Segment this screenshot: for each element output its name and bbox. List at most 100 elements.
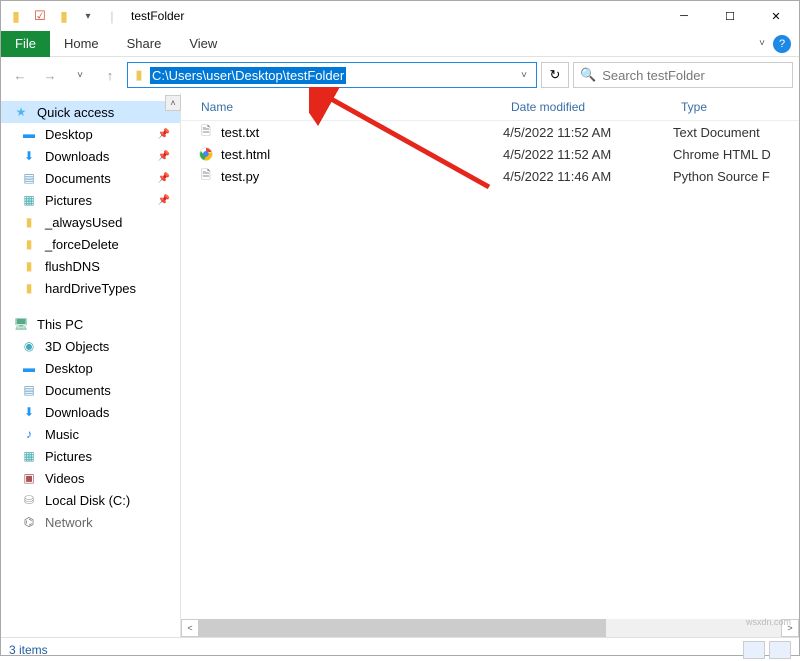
sidebar-scroll-up[interactable]: ˄ [165, 95, 181, 111]
column-name[interactable]: Name [201, 100, 511, 114]
quick-access-label: Quick access [37, 105, 114, 120]
file-type: Text Document [673, 125, 799, 140]
qat-properties[interactable]: ☑ [29, 5, 51, 27]
folder-icon: ▮ [21, 258, 37, 274]
sidebar-item-label: Pictures [45, 193, 92, 208]
sidebar-item-label: Documents [45, 171, 111, 186]
sidebar-item-documents[interactable]: ▤ Documents 📌 [1, 167, 180, 189]
status-bar: 3 items [1, 637, 799, 661]
sidebar-item-pc-desktop[interactable]: ▬Desktop [1, 357, 180, 379]
file-row[interactable]: test.html 4/5/2022 11:52 AM Chrome HTML … [197, 143, 799, 165]
sidebar-item-label: Downloads [45, 405, 109, 420]
sidebar-item-network[interactable]: ⌬Network [1, 511, 180, 533]
search-input[interactable]: 🔍 Search testFolder [573, 62, 793, 88]
scroll-track[interactable] [199, 619, 781, 637]
pictures-icon: ▦ [21, 192, 37, 208]
horizontal-scrollbar[interactable]: ˂ ˃ [181, 619, 799, 637]
sidebar-item-3d-objects[interactable]: ◉ 3D Objects [1, 335, 180, 357]
sidebar-item-label: Documents [45, 383, 111, 398]
sidebar-item-label: Music [45, 427, 79, 442]
sidebar-item-harddrivetypes[interactable]: ▮ hardDriveTypes [1, 277, 180, 299]
up-button[interactable]: ↑ [97, 62, 123, 88]
column-date[interactable]: Date modified [511, 100, 681, 114]
chrome-icon [197, 145, 215, 163]
history-dropdown[interactable]: ˅ [67, 62, 93, 88]
star-icon: ★ [13, 104, 29, 120]
column-headers: Name Date modified Type [181, 93, 799, 121]
documents-icon: ▤ [21, 382, 37, 398]
sidebar-item-forcedelete[interactable]: ▮_forceDelete [1, 233, 180, 255]
file-name: test.html [221, 147, 270, 162]
sidebar-item-quick-access[interactable]: ★ Quick access [1, 101, 180, 123]
sidebar-item-label: flushDNS [45, 259, 100, 274]
file-date: 4/5/2022 11:52 AM [503, 147, 673, 162]
address-input[interactable]: C:\Users\user\Desktop\testFolder [150, 67, 346, 84]
watermark: wsxdn.com [746, 617, 791, 627]
sidebar-item-flushdns[interactable]: ▮ flushDNS [1, 255, 180, 277]
search-icon: 🔍 [580, 67, 596, 83]
tab-view[interactable]: View [175, 32, 231, 55]
sidebar-item-local-disk[interactable]: ⛁Local Disk (C:) [1, 489, 180, 511]
file-date: 4/5/2022 11:52 AM [503, 125, 673, 140]
sidebar-item-label: Downloads [45, 149, 109, 164]
folder-icon: ▮ [21, 280, 37, 296]
file-row[interactable]: 🗎test.txt 4/5/2022 11:52 AM Text Documen… [197, 121, 799, 143]
sidebar-item-pc-documents[interactable]: ▤ Documents [1, 379, 180, 401]
forward-button[interactable]: → [37, 62, 63, 88]
sidebar-item-label: _alwaysUsed [45, 215, 122, 230]
sidebar-item-pc-pictures[interactable]: ▦ Pictures [1, 445, 180, 467]
address-folder-icon: ▮ [128, 67, 150, 83]
address-bar[interactable]: ▮ C:\Users\user\Desktop\testFolder ˅ [127, 62, 537, 88]
close-button[interactable]: ✕ [753, 1, 799, 31]
tab-home[interactable]: Home [50, 32, 113, 55]
address-dropdown-icon[interactable]: ˅ [512, 70, 536, 81]
ribbon-collapse-icon[interactable]: ˅ [759, 38, 765, 49]
back-button[interactable]: ← [7, 62, 33, 88]
desktop-icon: ▬ [21, 126, 37, 142]
sidebar-item-this-pc[interactable]: 🖥This PC [1, 313, 180, 335]
title-sep: | [101, 5, 123, 27]
sidebar-item-music[interactable]: ♪Music [1, 423, 180, 445]
sidebar-item-alwaysused[interactable]: ▮_alwaysUsed [1, 211, 180, 233]
tab-file[interactable]: File [1, 31, 50, 57]
network-icon: ⌬ [21, 514, 37, 530]
pin-icon: 📌 [158, 129, 176, 140]
sidebar-item-pc-downloads[interactable]: ⬇ Downloads [1, 401, 180, 423]
explorer-body: ★ Quick access ▬Desktop📌 ⬇Downloads📌 ▤Do… [1, 93, 799, 637]
pc-icon: 🖥 [13, 316, 29, 332]
sidebar-item-desktop[interactable]: ▬ Desktop 📌 [1, 123, 180, 145]
ribbon: File Home Share View ˅ ? [1, 31, 799, 57]
sidebar-item-pictures[interactable]: ▦ Pictures 📌 [1, 189, 180, 211]
column-type[interactable]: Type [681, 100, 799, 114]
search-placeholder: Search testFolder [602, 68, 705, 83]
desktop-icon: ▬ [21, 360, 37, 376]
pin-icon: 📌 [158, 151, 176, 162]
scroll-left-button[interactable]: ˂ [181, 619, 199, 637]
documents-icon: ▤ [21, 170, 37, 186]
refresh-button[interactable]: ↻ [541, 62, 569, 88]
txt-file-icon: 🗎 [197, 123, 215, 141]
file-row[interactable]: 🗎test.py 4/5/2022 11:46 AM Python Source… [197, 165, 799, 187]
maximize-button[interactable]: ☐ [707, 1, 753, 31]
sidebar-item-videos[interactable]: ▣Videos [1, 467, 180, 489]
pin-icon: 📌 [158, 173, 176, 184]
status-text: 3 items [9, 643, 48, 657]
tab-share[interactable]: Share [113, 32, 176, 55]
sidebar-item-label: hardDriveTypes [45, 281, 136, 296]
navigation-bar: ← → ˅ ↑ ▮ C:\Users\user\Desktop\testFold… [1, 57, 799, 93]
sidebar-item-downloads[interactable]: ⬇Downloads📌 [1, 145, 180, 167]
file-type: Chrome HTML D [673, 147, 799, 162]
disk-icon: ⛁ [21, 492, 37, 508]
scroll-thumb[interactable] [199, 619, 606, 637]
help-icon[interactable]: ? [773, 35, 791, 53]
pin-icon: 📌 [158, 195, 176, 206]
pictures-icon: ▦ [21, 448, 37, 464]
qat-dropdown[interactable]: ▾ [77, 5, 99, 27]
sidebar-item-label: Pictures [45, 449, 92, 464]
explorer-window: ▮ ☑ ▮ ▾ | testFolder ─ ☐ ✕ File Home Sha… [0, 0, 800, 656]
sidebar-item-label: Desktop [45, 127, 93, 142]
sidebar-item-label: 3D Objects [45, 339, 109, 354]
minimize-button[interactable]: ─ [661, 1, 707, 31]
objects-icon: ◉ [21, 338, 37, 354]
downloads-icon: ⬇ [21, 404, 37, 420]
